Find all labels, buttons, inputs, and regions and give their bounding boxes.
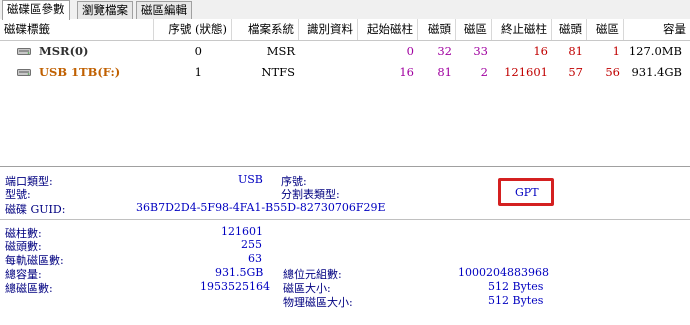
sector-size-value: 512 Bytes	[488, 280, 544, 293]
col-capacity[interactable]: 容量	[624, 19, 690, 40]
divider	[0, 219, 690, 220]
table-row[interactable]: USB 1TB(F:) 1 NTFS 16 81 2 121601 57 56 …	[0, 63, 690, 82]
col-start-cylinder[interactable]: 起始磁柱	[358, 19, 418, 40]
row-start-sector: 2	[480, 65, 488, 79]
row-end-head: 81	[568, 44, 583, 58]
model-label: 型號:	[5, 188, 31, 201]
col-start-sector[interactable]: 磁區	[456, 19, 492, 40]
gpt-highlight-box	[498, 178, 554, 206]
sectors-per-track-value: 63	[248, 252, 262, 265]
row-capacity: 127.0MB	[628, 44, 682, 58]
disk-info-panel: 端口類型: USB 序號: 型號: 分割表類型: GPT 磁碟 GUID: 36…	[0, 167, 690, 325]
total-bytes-value: 1000204883968	[458, 266, 549, 279]
row-identifier	[299, 42, 358, 61]
row-start-head: 32	[437, 44, 452, 58]
partition-table-label: 分割表類型:	[281, 188, 340, 201]
port-type-value: USB	[238, 173, 263, 186]
col-filesystem[interactable]: 檔案系統	[232, 19, 299, 40]
row-end-cylinder: 121601	[504, 65, 548, 79]
physical-sector-size-value: 512 Bytes	[488, 294, 544, 307]
row-end-cylinder: 16	[533, 44, 548, 58]
col-identifier[interactable]: 識別資料	[299, 19, 358, 40]
row-end-sector: 1	[612, 44, 620, 58]
row-capacity: 931.4GB	[631, 65, 682, 79]
table-header: 磁碟標籤 序號 (狀態) 檔案系統 識別資料 起始磁柱 磁頭 磁區 終止磁柱 磁…	[0, 19, 690, 41]
row-end-head: 57	[568, 65, 583, 79]
row-identifier	[299, 63, 358, 82]
row-filesystem: NTFS	[261, 65, 295, 79]
col-end-cylinder[interactable]: 終止磁柱	[492, 19, 552, 40]
partition-table: 磁碟標籤 序號 (狀態) 檔案系統 識別資料 起始磁柱 磁頭 磁區 終止磁柱 磁…	[0, 19, 690, 167]
total-sectors-value: 1953525164	[200, 280, 270, 293]
row-end-sector: 56	[605, 65, 620, 79]
physical-sector-size-label: 物理磁區大小:	[283, 296, 353, 309]
tab-sector-editor[interactable]: 磁區編輯	[136, 1, 192, 19]
disk-guid-label: 磁碟 GUID:	[5, 203, 66, 216]
disk-icon	[17, 48, 31, 55]
row-filesystem: MSR	[266, 44, 295, 58]
col-end-head[interactable]: 磁頭	[552, 19, 587, 40]
row-start-cylinder: 0	[406, 44, 414, 58]
disk-guid-value: 36B7D2D4-5F98-4FA1-B55D-82730706F29E	[136, 201, 386, 214]
table-row[interactable]: MSR(0) 0 MSR 0 32 33 16 81 1 127.0MB	[0, 42, 690, 61]
col-serial[interactable]: 序號 (狀態)	[154, 19, 232, 40]
row-serial: 0	[194, 44, 202, 58]
col-end-sector[interactable]: 磁區	[587, 19, 624, 40]
row-start-sector: 33	[473, 44, 488, 58]
total-sectors-label: 總磁區數:	[5, 282, 53, 295]
tab-browse-files[interactable]: 瀏覽檔案	[77, 1, 133, 19]
col-disk-label[interactable]: 磁碟標籤	[0, 19, 154, 40]
row-label: USB 1TB(F:)	[39, 65, 121, 79]
cylinders-value: 121601	[221, 225, 263, 238]
tab-volume-params[interactable]: 磁碟區參數	[2, 0, 70, 20]
row-label: MSR(0)	[39, 44, 89, 58]
row-serial: 1	[194, 65, 202, 79]
disk-icon	[17, 69, 31, 76]
row-start-head: 81	[437, 65, 452, 79]
col-start-head[interactable]: 磁頭	[418, 19, 456, 40]
tab-bar: 磁碟區參數 瀏覽檔案 磁區編輯	[0, 0, 690, 20]
heads-value: 255	[241, 238, 262, 251]
row-start-cylinder: 16	[399, 65, 414, 79]
capacity-value: 931.5GB	[215, 266, 264, 279]
